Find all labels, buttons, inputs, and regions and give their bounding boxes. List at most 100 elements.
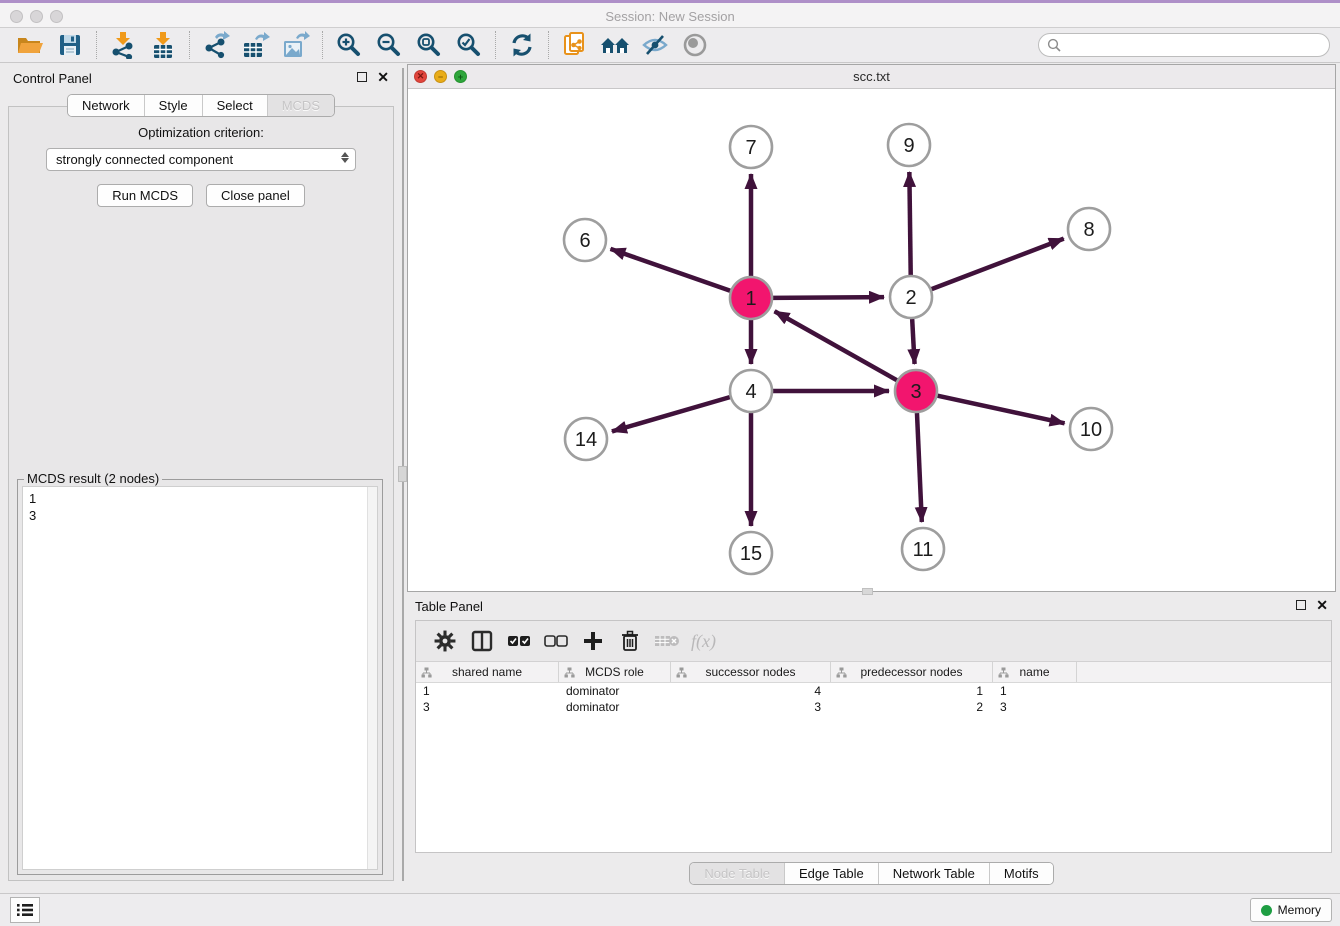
network-window-titlebar[interactable]: ✕ − + scc.txt — [408, 65, 1335, 89]
table-cell[interactable]: 1 — [831, 683, 993, 699]
table-cell[interactable]: dominator — [559, 683, 671, 699]
delete-table-button[interactable] — [648, 626, 685, 656]
add-column-button[interactable] — [574, 626, 611, 656]
close-table-panel-icon[interactable]: ✕ — [1316, 600, 1328, 610]
column-header-predecessor-nodes[interactable]: predecessor nodes — [831, 662, 993, 682]
float-panel-icon[interactable] — [357, 72, 367, 82]
table-row[interactable]: 1dominator411 — [416, 683, 1331, 699]
graph-node-9[interactable]: 9 — [888, 124, 930, 166]
network-minimize-icon[interactable]: − — [434, 70, 447, 83]
copy-view-button[interactable] — [555, 30, 595, 60]
delete-column-button[interactable] — [611, 626, 648, 656]
search-input[interactable] — [1066, 38, 1321, 53]
import-table-button[interactable] — [143, 30, 183, 60]
sort-hierarchy-icon — [676, 667, 687, 678]
result-scrollbar[interactable] — [367, 487, 377, 869]
sort-hierarchy-icon — [998, 667, 1009, 678]
run-mcds-button[interactable]: Run MCDS — [97, 184, 193, 207]
select-all-button[interactable] — [500, 626, 537, 656]
float-table-panel-icon[interactable] — [1296, 600, 1306, 610]
network-canvas[interactable]: 1 2 3 4 6 7 8 9 10 11 14 15 — [408, 89, 1335, 591]
graph-node-4[interactable]: 4 — [730, 370, 772, 412]
open-file-button[interactable] — [10, 30, 50, 60]
table-cell[interactable]: 3 — [416, 699, 559, 715]
edge-3-10[interactable] — [937, 396, 1064, 424]
table-cell[interactable]: 1 — [416, 683, 559, 699]
edge-4-14[interactable] — [612, 397, 730, 431]
mcds-result-list[interactable]: 1 3 — [22, 486, 378, 870]
table-cell[interactable]: 3 — [993, 699, 1077, 715]
hide-selected-button[interactable] — [635, 30, 675, 60]
table-cell[interactable]: 4 — [671, 683, 831, 699]
graph-node-14[interactable]: 14 — [565, 418, 607, 460]
column-header-MCDS-role[interactable]: MCDS role — [559, 662, 671, 682]
panel-splitter-handle[interactable] — [398, 466, 407, 482]
zoom-in-button[interactable] — [329, 30, 369, 60]
search-field[interactable] — [1038, 33, 1330, 57]
edge-3-11[interactable] — [917, 413, 922, 522]
tab-motifs[interactable]: Motifs — [989, 863, 1053, 884]
tab-network-table[interactable]: Network Table — [878, 863, 989, 884]
first-neighbors-icon — [599, 33, 631, 57]
table-type-tabs: Node TableEdge TableNetwork TableMotifs — [689, 862, 1053, 885]
edge-2-8[interactable] — [932, 239, 1064, 290]
settings-gear-button[interactable] — [426, 626, 463, 656]
copy-view-icon — [562, 31, 588, 59]
network-table-splitter-handle[interactable] — [862, 588, 873, 595]
tab-select[interactable]: Select — [202, 95, 267, 116]
table-cell[interactable]: 2 — [831, 699, 993, 715]
graph-node-2[interactable]: 2 — [890, 276, 932, 318]
edge-2-3[interactable] — [912, 319, 914, 364]
zoom-fit-button[interactable] — [409, 30, 449, 60]
optimization-dropdown[interactable]: strongly connected component — [46, 148, 356, 171]
edge-3-1[interactable] — [775, 311, 897, 380]
tab-network[interactable]: Network — [68, 95, 144, 116]
deselect-all-button[interactable] — [537, 626, 574, 656]
edge-1-2[interactable] — [773, 297, 884, 298]
edge-2-9[interactable] — [909, 172, 910, 275]
graph-node-6[interactable]: 6 — [564, 219, 606, 261]
column-header-successor-nodes[interactable]: successor nodes — [671, 662, 831, 682]
show-panels-button[interactable] — [10, 897, 40, 923]
tab-style[interactable]: Style — [144, 95, 202, 116]
edge-1-6[interactable] — [610, 249, 730, 291]
column-header-shared-name[interactable]: shared name — [416, 662, 559, 682]
network-close-icon[interactable]: ✕ — [414, 70, 427, 83]
refresh-button[interactable] — [502, 30, 542, 60]
zoom-selected-icon — [456, 32, 482, 58]
node-table: shared nameMCDS rolesuccessor nodesprede… — [416, 662, 1331, 715]
tab-mcds[interactable]: MCDS — [267, 95, 334, 116]
table-cell[interactable]: 1 — [993, 683, 1077, 699]
add-column-icon — [583, 631, 603, 651]
export-table-button[interactable] — [236, 30, 276, 60]
import-network-button[interactable] — [103, 30, 143, 60]
first-neighbors-button[interactable] — [595, 30, 635, 60]
split-view-button[interactable] — [463, 626, 500, 656]
close-panel-button[interactable]: Close panel — [206, 184, 305, 207]
network-maximize-icon[interactable]: + — [454, 70, 467, 83]
graph-node-10[interactable]: 10 — [1070, 408, 1112, 450]
memory-button[interactable]: Memory — [1250, 898, 1332, 922]
graph-node-8[interactable]: 8 — [1068, 208, 1110, 250]
save-session-button[interactable] — [50, 30, 90, 60]
table-cell[interactable]: 3 — [671, 699, 831, 715]
tab-node-table[interactable]: Node Table — [690, 863, 784, 884]
graph-node-1[interactable]: 1 — [730, 277, 772, 319]
close-panel-icon[interactable]: ✕ — [377, 72, 389, 82]
table-cell[interactable]: dominator — [559, 699, 671, 715]
export-network-button[interactable] — [196, 30, 236, 60]
graph-node-11[interactable]: 11 — [902, 528, 944, 570]
table-panel: Table Panel ✕ — [407, 596, 1336, 888]
show-all-button[interactable] — [675, 30, 715, 60]
export-image-button[interactable] — [276, 30, 316, 60]
function-builder-button[interactable]: f(x) — [685, 626, 722, 656]
table-row[interactable]: 3dominator323 — [416, 699, 1331, 715]
zoom-selected-button[interactable] — [449, 30, 489, 60]
tab-edge-table[interactable]: Edge Table — [784, 863, 878, 884]
graph-node-7[interactable]: 7 — [730, 126, 772, 168]
column-header-name[interactable]: name — [993, 662, 1077, 682]
zoom-out-button[interactable] — [369, 30, 409, 60]
graph-node-3[interactable]: 3 — [895, 370, 937, 412]
dropdown-value: strongly connected component — [56, 152, 233, 167]
graph-node-15[interactable]: 15 — [730, 532, 772, 574]
